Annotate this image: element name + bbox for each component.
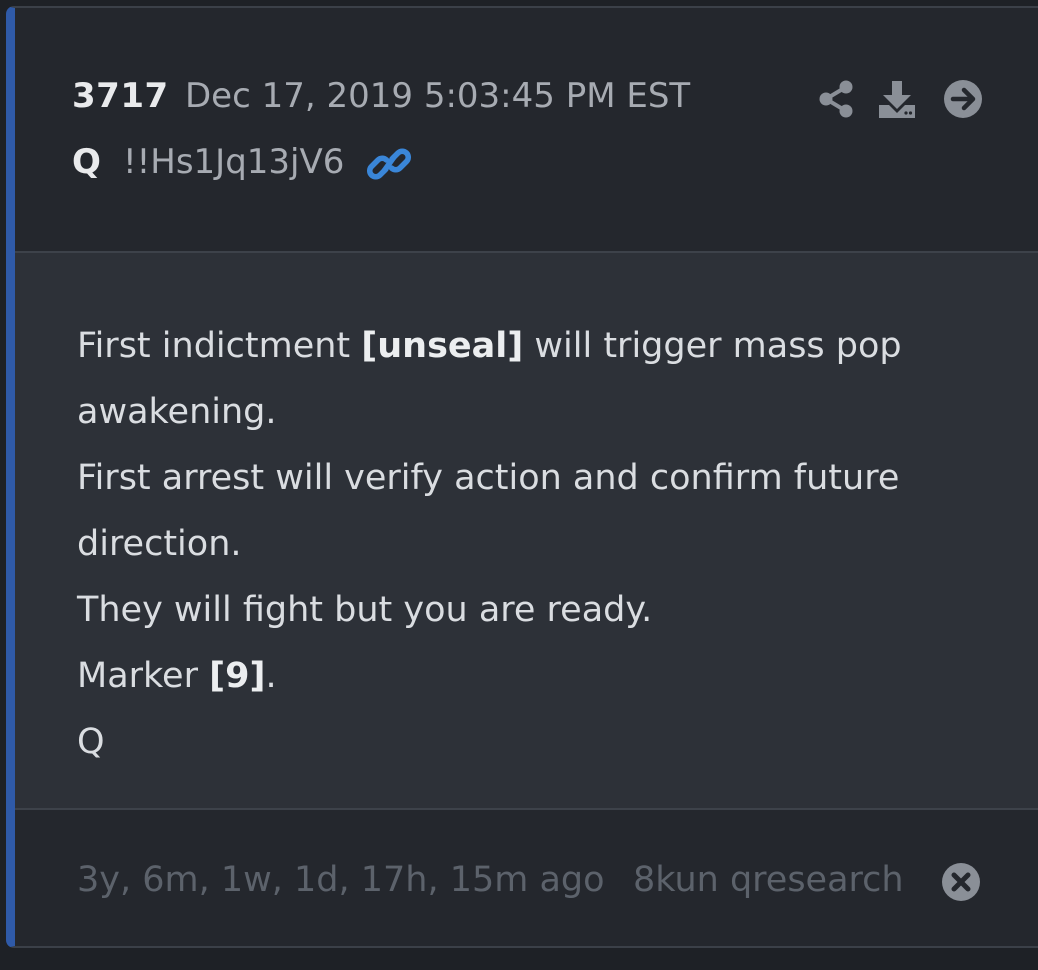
message-signature: Q [77, 722, 105, 762]
post-number[interactable]: 3717 [72, 76, 169, 116]
share-icon[interactable] [817, 79, 857, 119]
message-line: Marker [9]. [77, 656, 277, 696]
message-line: awakening. [77, 392, 277, 432]
close-circle-icon[interactable] [941, 862, 981, 902]
marker-emphasis: [9] [209, 656, 266, 696]
message-line: direction. [77, 524, 242, 564]
message-line: They will fight but you are ready. [77, 590, 653, 630]
message-line: First indictment [unseal] will trigger m… [77, 326, 902, 366]
post-body: First indictment [unseal] will trigger m… [15, 253, 1038, 810]
arrow-circle-right-icon[interactable] [943, 79, 983, 119]
message-line: First arrest will verify action and conf… [77, 458, 900, 498]
post-tripcode: !!Hs1Jq13jV6 [123, 142, 345, 182]
link-icon[interactable] [367, 144, 411, 184]
post-footer: 3y, 6m, 1w, 1d, 17h, 15m ago 8kun qresea… [15, 810, 1038, 946]
post-card: 3717 Dec 17, 2019 5:03:45 PM EST Q !!Hs1… [6, 6, 1038, 948]
post-message: First indictment [unseal] will trigger m… [77, 313, 957, 775]
post-header: 3717 Dec 17, 2019 5:03:45 PM EST Q !!Hs1… [15, 8, 1038, 253]
post-author: Q [72, 142, 101, 182]
unseal-emphasis: [unseal] [361, 326, 524, 366]
time-ago: 3y, 6m, 1w, 1d, 17h, 15m ago [77, 860, 605, 900]
source-board: 8kun qresearch [633, 860, 904, 900]
download-icon[interactable] [877, 79, 917, 119]
post-date: Dec 17, 2019 5:03:45 PM EST [185, 76, 691, 116]
